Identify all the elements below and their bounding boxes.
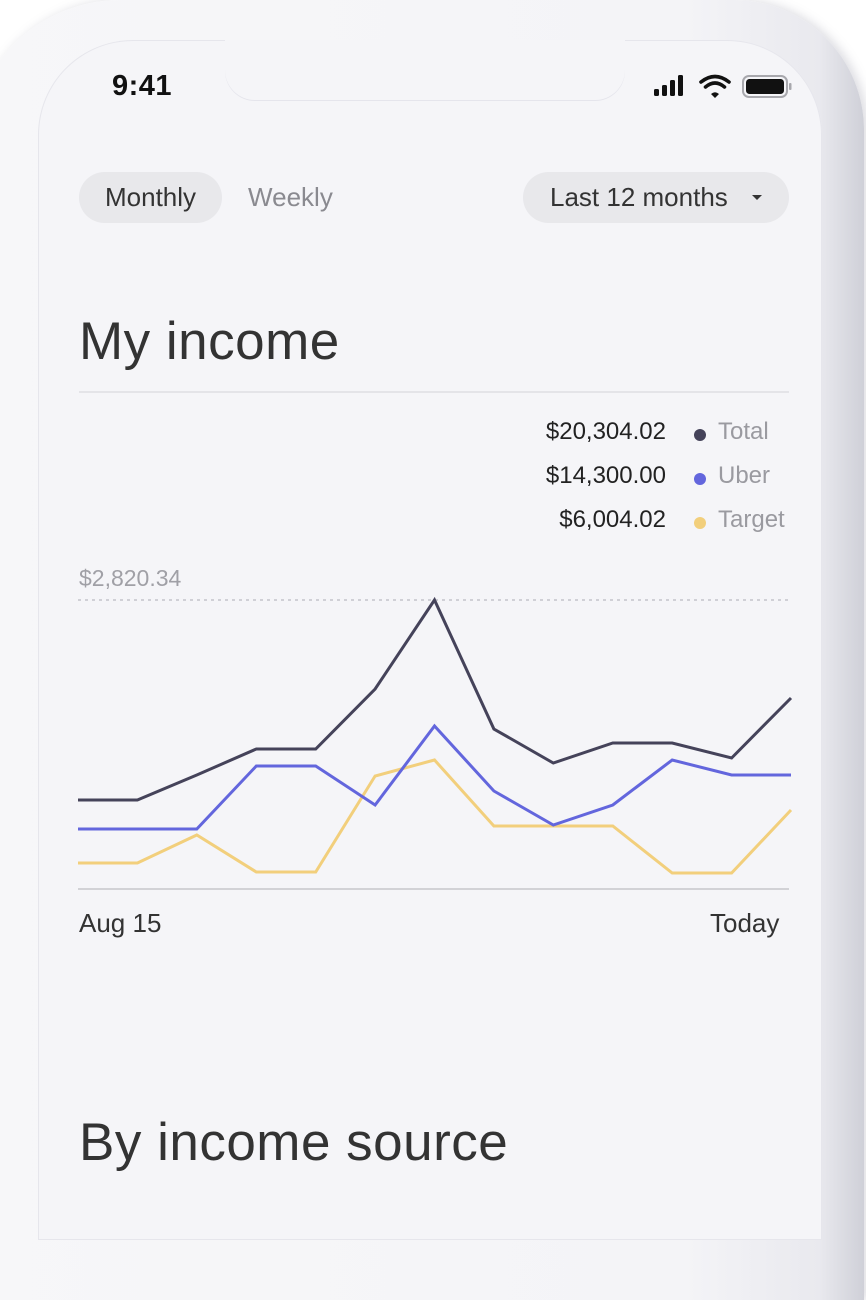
income-line-chart (78, 596, 793, 890)
x-axis-end-label: Today (710, 908, 780, 938)
income-source-title: By income source (79, 1113, 509, 1172)
series-layer (78, 596, 793, 875)
x-axis-start-label: Aug 15 (79, 908, 162, 938)
series-line-total (78, 596, 793, 802)
series-line-target (78, 758, 793, 875)
series-line-uber (78, 723, 791, 831)
